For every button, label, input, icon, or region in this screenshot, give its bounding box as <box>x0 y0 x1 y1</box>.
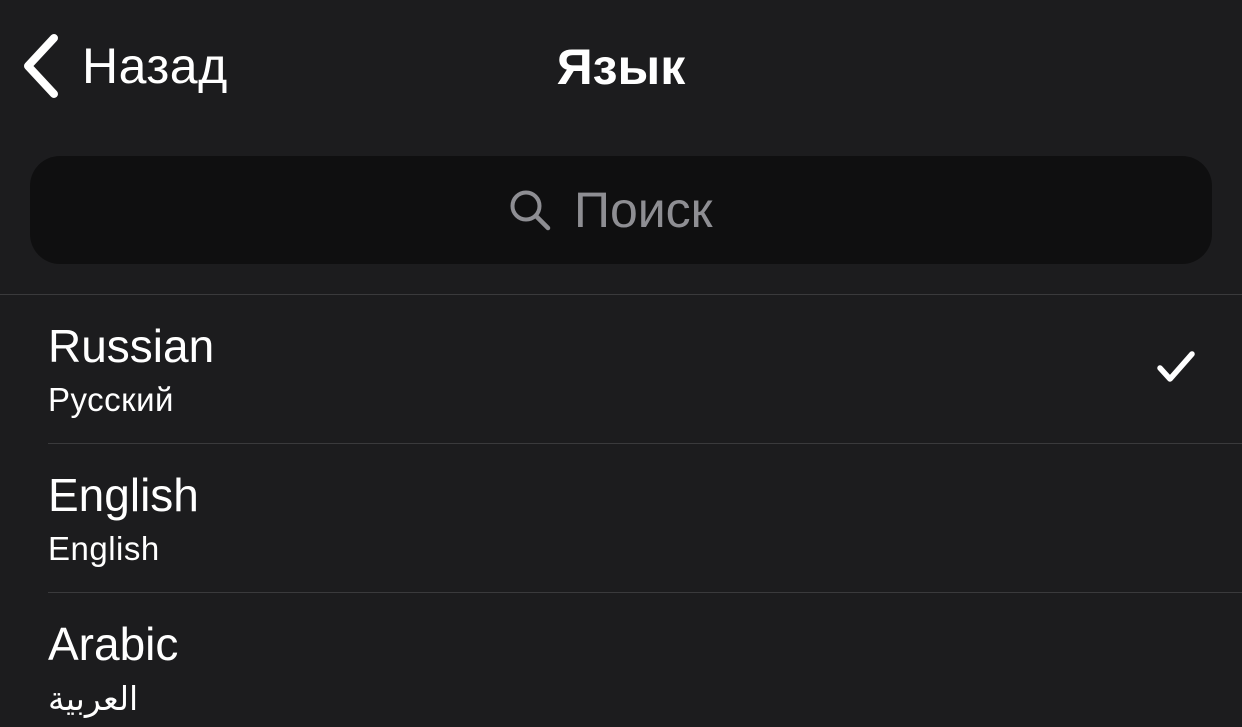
language-name: Arabic <box>48 618 179 670</box>
language-native-name: العربية <box>48 680 139 717</box>
checkmark-icon <box>1157 351 1195 382</box>
language-row-arabic[interactable]: Arabic العربية <box>0 593 1242 727</box>
language-name: English <box>48 469 199 521</box>
language-row-russian[interactable]: Russian Русский <box>0 295 1242 444</box>
language-screen: Назад Язык Russian Русский English Engli… <box>0 0 1242 727</box>
language-list: Russian Русский English English Arabic ا… <box>0 295 1242 727</box>
page-title: Язык <box>556 39 686 95</box>
search-input[interactable] <box>574 181 734 239</box>
language-native-name: Русский <box>48 381 174 418</box>
language-native-name: English <box>48 530 160 567</box>
search-icon <box>510 190 551 231</box>
language-name: Russian <box>48 320 215 372</box>
navigation-bar: Назад Язык <box>0 0 1242 134</box>
search-bar[interactable] <box>30 156 1212 264</box>
language-row-english[interactable]: English English <box>0 444 1242 593</box>
